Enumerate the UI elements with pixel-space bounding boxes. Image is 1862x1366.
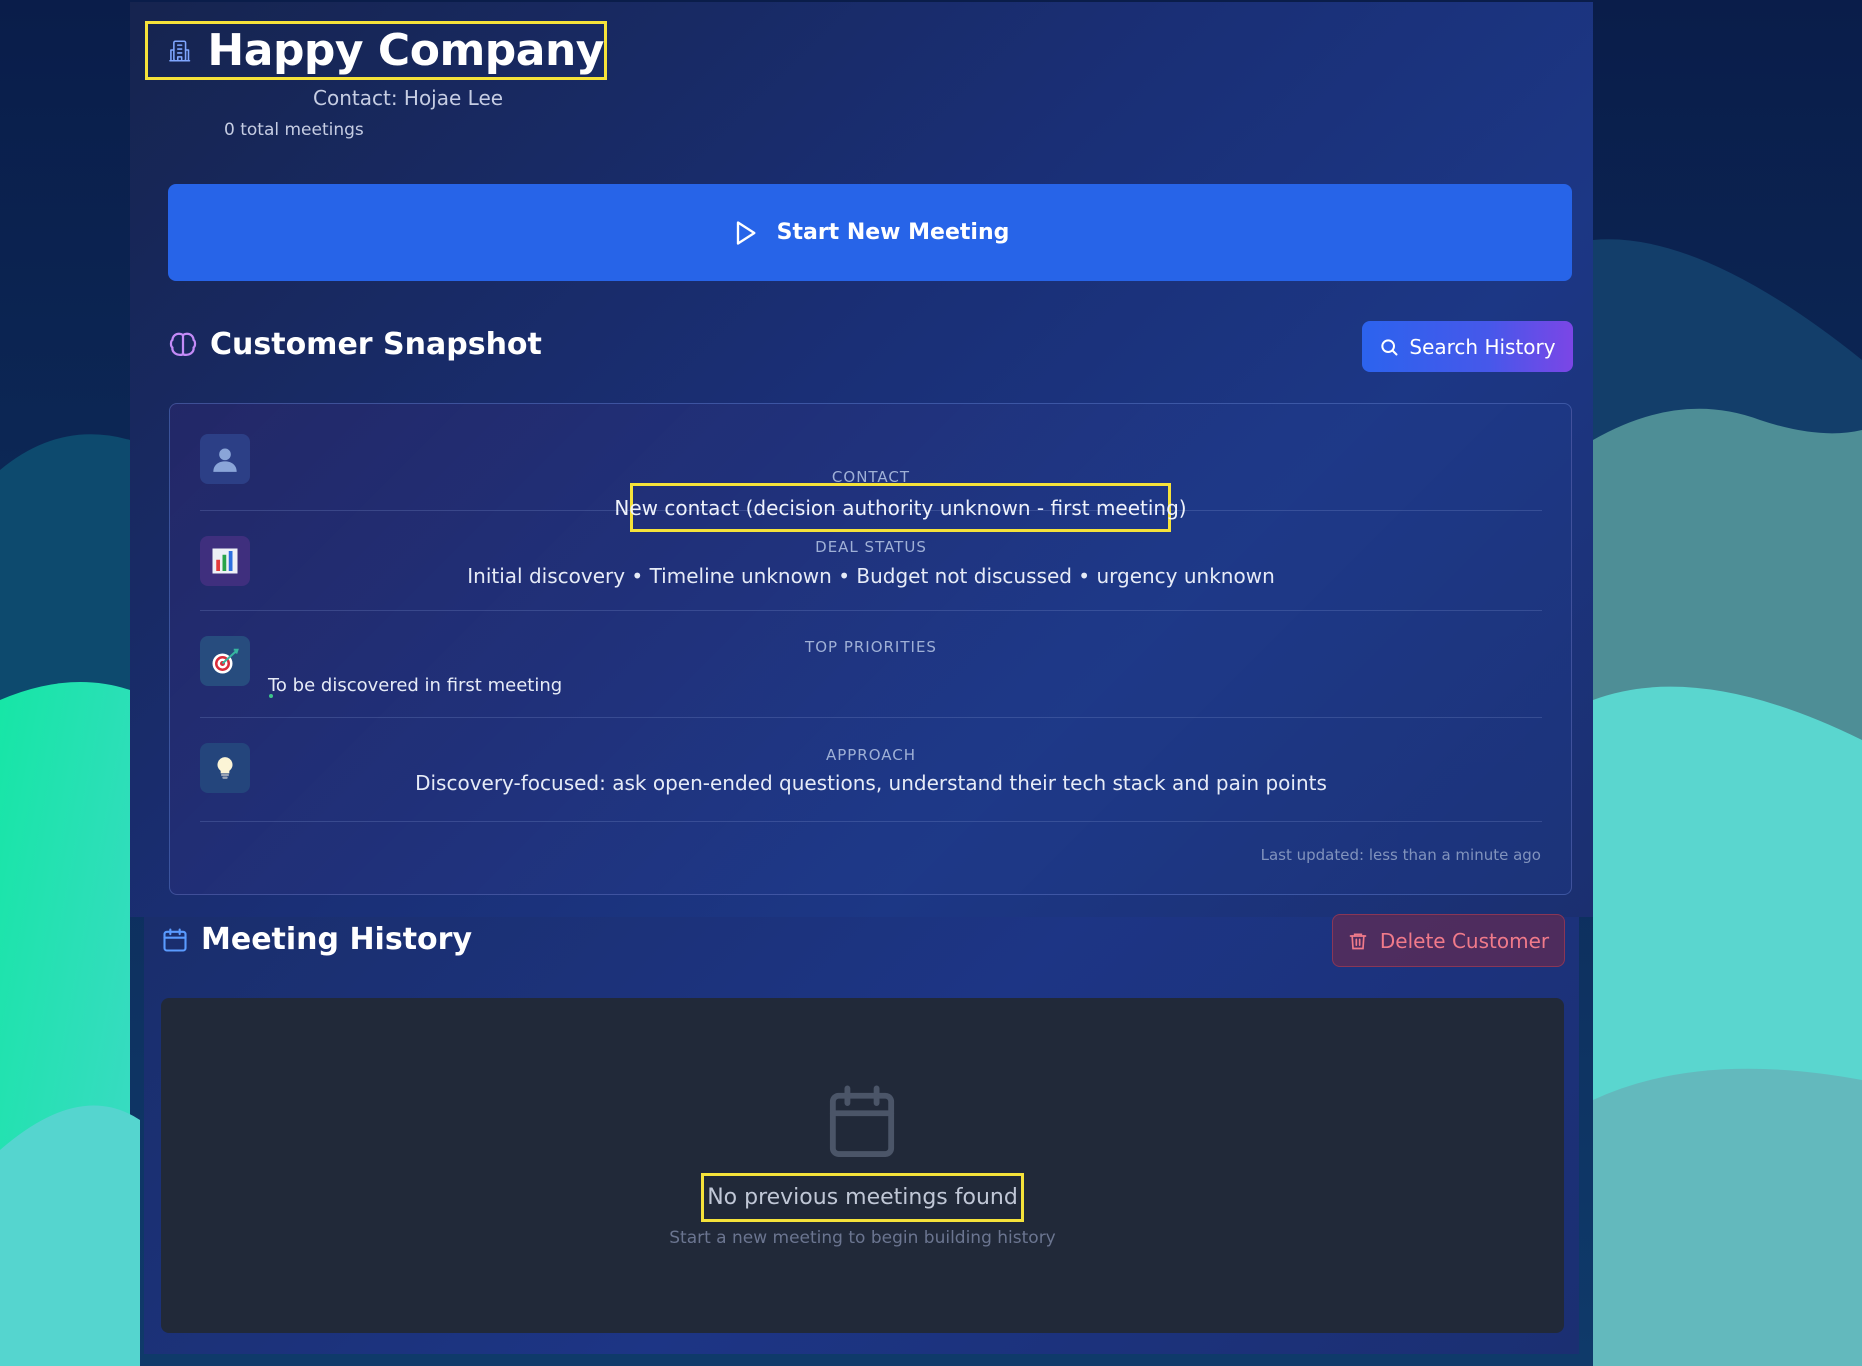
snapshot-row-contact: CONTACT New contact (decision authority … xyxy=(200,434,1542,532)
approach-label: APPROACH xyxy=(825,746,917,764)
approach-value: Discovery-focused: ask open-ended questi… xyxy=(415,771,1327,795)
play-icon xyxy=(736,220,756,245)
calendar-empty-icon xyxy=(829,1085,895,1157)
start-new-meeting-button[interactable]: Start New Meeting xyxy=(168,184,1572,281)
meetings-count: 0 total meetings xyxy=(224,120,364,140)
customer-snapshot-title: Customer Snapshot xyxy=(210,327,542,362)
snapshot-row-deal-status: DEAL STATUS Initial discovery • Timeline… xyxy=(200,510,1542,611)
no-meetings-hint: Start a new meeting to begin building hi… xyxy=(669,1228,1056,1248)
company-name: Happy Company xyxy=(207,25,604,76)
priority-item: To be discovered in first meeting xyxy=(268,675,563,696)
search-history-button[interactable]: Search History xyxy=(1362,321,1573,372)
no-meetings-message: No previous meetings found xyxy=(701,1173,1024,1222)
deal-status-label: DEAL STATUS xyxy=(815,538,927,556)
delete-customer-label: Delete Customer xyxy=(1379,928,1550,953)
meeting-history-empty-state: No previous meetings found Start a new m… xyxy=(161,998,1564,1333)
search-history-label: Search History xyxy=(1409,334,1556,359)
contact-name: Contact: Hojae Lee xyxy=(313,86,504,110)
snapshot-row-approach: APPROACH Discovery-focused: ask open-end… xyxy=(200,717,1542,822)
calendar-icon xyxy=(163,927,187,952)
snapshot-row-top-priorities: TOP PRIORITIES To be discovered in first… xyxy=(200,610,1542,718)
search-icon xyxy=(1381,338,1398,355)
delete-customer-button[interactable]: Delete Customer xyxy=(1332,914,1565,967)
deal-status-value: Initial discovery • Timeline unknown • B… xyxy=(467,564,1275,588)
start-new-meeting-label: Start New Meeting xyxy=(776,220,1010,245)
top-priorities-label: TOP PRIORITIES xyxy=(805,638,937,656)
building-icon xyxy=(169,39,191,62)
brain-icon xyxy=(169,332,197,356)
company-header: Happy Company xyxy=(145,21,607,80)
customer-snapshot-card: CONTACT New contact (decision authority … xyxy=(169,403,1572,895)
meeting-history-heading: Meeting History xyxy=(161,922,472,957)
last-updated: Last updated: less than a minute ago xyxy=(1260,846,1541,864)
trash-icon xyxy=(1349,933,1367,949)
meeting-history-title: Meeting History xyxy=(201,922,472,957)
customer-snapshot-heading: Customer Snapshot xyxy=(168,327,542,362)
